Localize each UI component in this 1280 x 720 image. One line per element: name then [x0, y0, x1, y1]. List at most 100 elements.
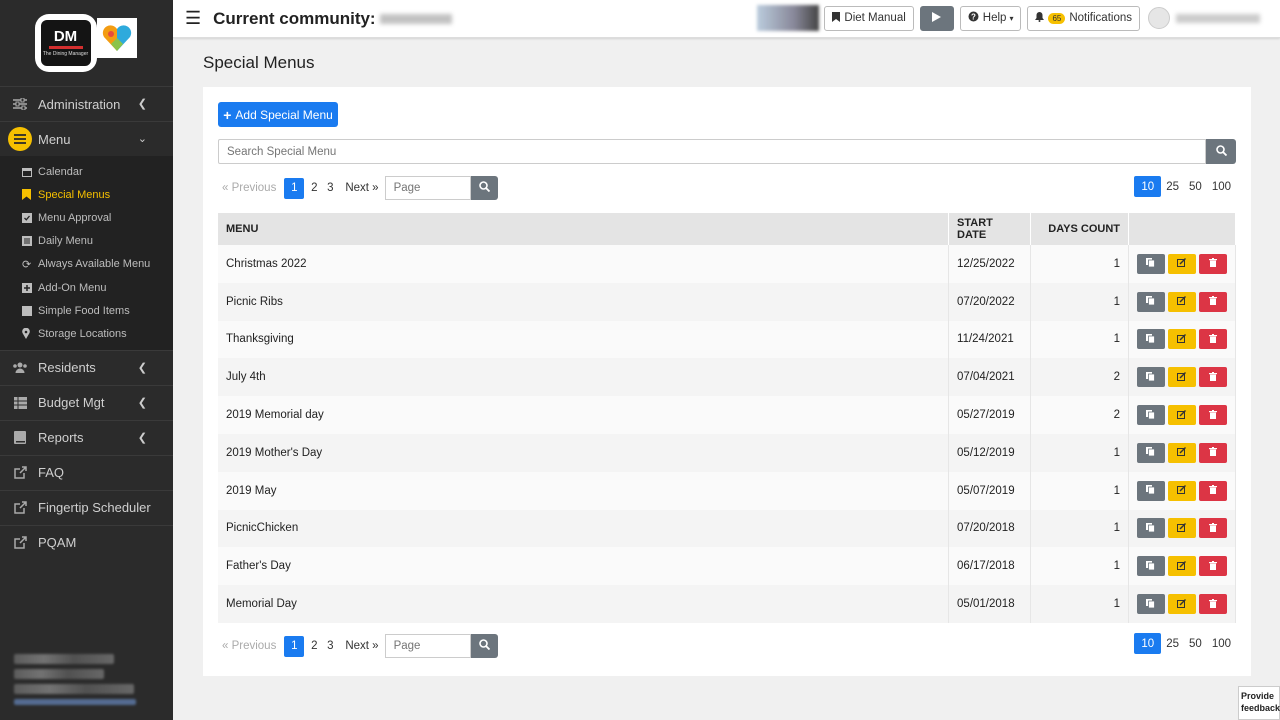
menu-name-cell[interactable]: July 4th	[218, 358, 950, 397]
copy-button[interactable]	[1136, 594, 1165, 615]
menu-name-cell[interactable]: PicnicChicken	[218, 509, 950, 548]
next-page-link[interactable]: Next »	[345, 182, 378, 194]
menu-name-cell[interactable]: 2019 May	[218, 471, 950, 510]
delete-button[interactable]	[1198, 594, 1227, 615]
submenu-item-simple-food-items[interactable]: Simple Food Items	[0, 299, 173, 322]
submenu-item-daily-menu[interactable]: Daily Menu	[0, 230, 173, 253]
delete-button[interactable]	[1198, 442, 1227, 463]
delete-button[interactable]	[1198, 253, 1227, 274]
menu-name-cell[interactable]: 2019 Mother's Day	[218, 433, 950, 472]
sidebar-item-label: PQAM	[38, 535, 77, 550]
menu-name-cell[interactable]: Picnic Ribs	[218, 282, 950, 321]
delete-button[interactable]	[1198, 405, 1227, 426]
copy-button[interactable]	[1136, 329, 1165, 350]
page-size-100[interactable]: 100	[1207, 633, 1236, 654]
sidebar-item-pqam[interactable]: PQAM	[0, 526, 173, 560]
help-button[interactable]: ? Help ▾	[959, 5, 1022, 31]
copy-button[interactable]	[1136, 253, 1165, 274]
column-header-days-count[interactable]: DAYS COUNT	[1030, 213, 1129, 245]
page-size-10[interactable]: 10	[1134, 633, 1162, 654]
previous-page-link[interactable]: « Previous	[222, 640, 276, 652]
row-actions	[1136, 594, 1227, 615]
edit-button[interactable]	[1167, 442, 1196, 463]
diet-manual-button[interactable]: Diet Manual	[824, 5, 914, 31]
sidebar-item-faq[interactable]: FAQ	[0, 456, 173, 490]
page-jump-input[interactable]	[384, 634, 471, 658]
copy-button[interactable]	[1136, 480, 1165, 501]
logo-subtext: The Dining Manager	[42, 51, 89, 57]
page-size-10[interactable]: 10	[1134, 176, 1162, 197]
page-jump-button[interactable]	[470, 176, 498, 200]
sidebar-item-administration[interactable]: Administration ❮	[0, 87, 173, 121]
logo-text: DM	[53, 28, 78, 45]
copy-button[interactable]	[1136, 442, 1165, 463]
logo[interactable]: DM The Dining Manager	[34, 14, 139, 72]
user-menu[interactable]	[1148, 7, 1280, 29]
edit-button[interactable]	[1167, 291, 1196, 312]
page-size-50[interactable]: 50	[1184, 176, 1207, 197]
row-actions	[1136, 442, 1227, 463]
days-count-cell: 1	[1030, 509, 1129, 548]
provide-feedback-button[interactable]: Provide feedback	[1238, 686, 1280, 720]
sidebar-item-reports[interactable]: Reports ❮	[0, 421, 173, 455]
column-header-start-date[interactable]: START DATE	[948, 213, 1032, 245]
sidebar-item-residents[interactable]: Residents ❮	[0, 351, 173, 385]
submenu-item-always-available-menu[interactable]: ⟳ Always Available Menu	[0, 253, 173, 276]
page-3-link[interactable]: 3	[320, 636, 340, 657]
edit-button[interactable]	[1167, 329, 1196, 350]
copy-button[interactable]	[1136, 556, 1165, 577]
notifications-button[interactable]: 65 Notifications	[1027, 5, 1140, 31]
menu-name-cell[interactable]: 2019 Memorial day	[218, 396, 950, 434]
delete-button[interactable]	[1198, 480, 1227, 501]
edit-button[interactable]	[1167, 405, 1196, 426]
edit-button[interactable]	[1167, 518, 1196, 539]
submenu-label: Always Available Menu	[38, 258, 151, 271]
delete-button[interactable]	[1198, 556, 1227, 577]
menu-name-cell[interactable]: Father's Day	[218, 547, 950, 586]
delete-button[interactable]	[1198, 367, 1227, 388]
edit-button[interactable]	[1167, 367, 1196, 388]
submenu-item-calendar[interactable]: Calendar	[0, 160, 173, 183]
page-size-100[interactable]: 100	[1207, 176, 1236, 197]
play-button[interactable]	[919, 5, 954, 31]
top-navbar: ☰ Current community: Diet Manual ? Help ▾ …	[173, 0, 1280, 38]
page-jump-input[interactable]	[384, 176, 471, 200]
edit-button[interactable]	[1167, 480, 1196, 501]
sidebar-item-budget-mgt[interactable]: Budget Mgt ❮	[0, 386, 173, 420]
edit-button[interactable]	[1167, 594, 1196, 615]
page-1-link[interactable]: 1	[284, 177, 305, 199]
delete-button[interactable]	[1198, 518, 1227, 539]
submenu-label: Daily Menu	[38, 235, 94, 248]
page-3-link[interactable]: 3	[320, 178, 340, 199]
page-size-50[interactable]: 50	[1184, 633, 1207, 654]
copy-button[interactable]	[1136, 291, 1165, 312]
page-size-25[interactable]: 25	[1161, 633, 1184, 654]
page-size-25[interactable]: 25	[1161, 176, 1184, 197]
copy-button[interactable]	[1136, 367, 1165, 388]
copy-button[interactable]	[1136, 405, 1165, 426]
submenu-item-storage-locations[interactable]: Storage Locations	[0, 322, 173, 345]
submenu-item-add-on-menu[interactable]: Add-On Menu	[0, 276, 173, 299]
add-special-menu-button[interactable]: + Add Special Menu	[218, 102, 338, 127]
delete-button[interactable]	[1198, 291, 1227, 312]
sidebar-item-fingertip-scheduler[interactable]: Fingertip Scheduler	[0, 491, 173, 525]
search-button[interactable]	[1206, 139, 1236, 164]
menu-name-cell[interactable]: Memorial Day	[218, 585, 950, 623]
previous-page-link[interactable]: « Previous	[222, 182, 276, 194]
page-jump-button[interactable]	[470, 634, 498, 658]
submenu-item-menu-approval[interactable]: Menu Approval	[0, 206, 173, 229]
copy-button[interactable]	[1136, 518, 1165, 539]
search-input[interactable]	[218, 139, 1206, 164]
column-header-menu[interactable]: MENU	[218, 213, 950, 245]
hamburger-icon[interactable]: ☰	[185, 8, 201, 29]
next-page-link[interactable]: Next »	[345, 640, 378, 652]
edit-button[interactable]	[1167, 253, 1196, 274]
edit-button[interactable]	[1167, 556, 1196, 577]
special-menus-card: +Add Special Menu « Previous 1 2 3 Next …	[203, 87, 1251, 676]
menu-name-cell[interactable]: Christmas 2022	[218, 245, 950, 283]
page-1-link[interactable]: 1	[284, 635, 305, 657]
sidebar-item-menu[interactable]: Menu ⌄	[0, 122, 173, 156]
menu-name-cell[interactable]: Thanksgiving	[218, 320, 950, 359]
delete-button[interactable]	[1198, 329, 1227, 350]
submenu-item-special-menus[interactable]: Special Menus	[0, 183, 173, 206]
